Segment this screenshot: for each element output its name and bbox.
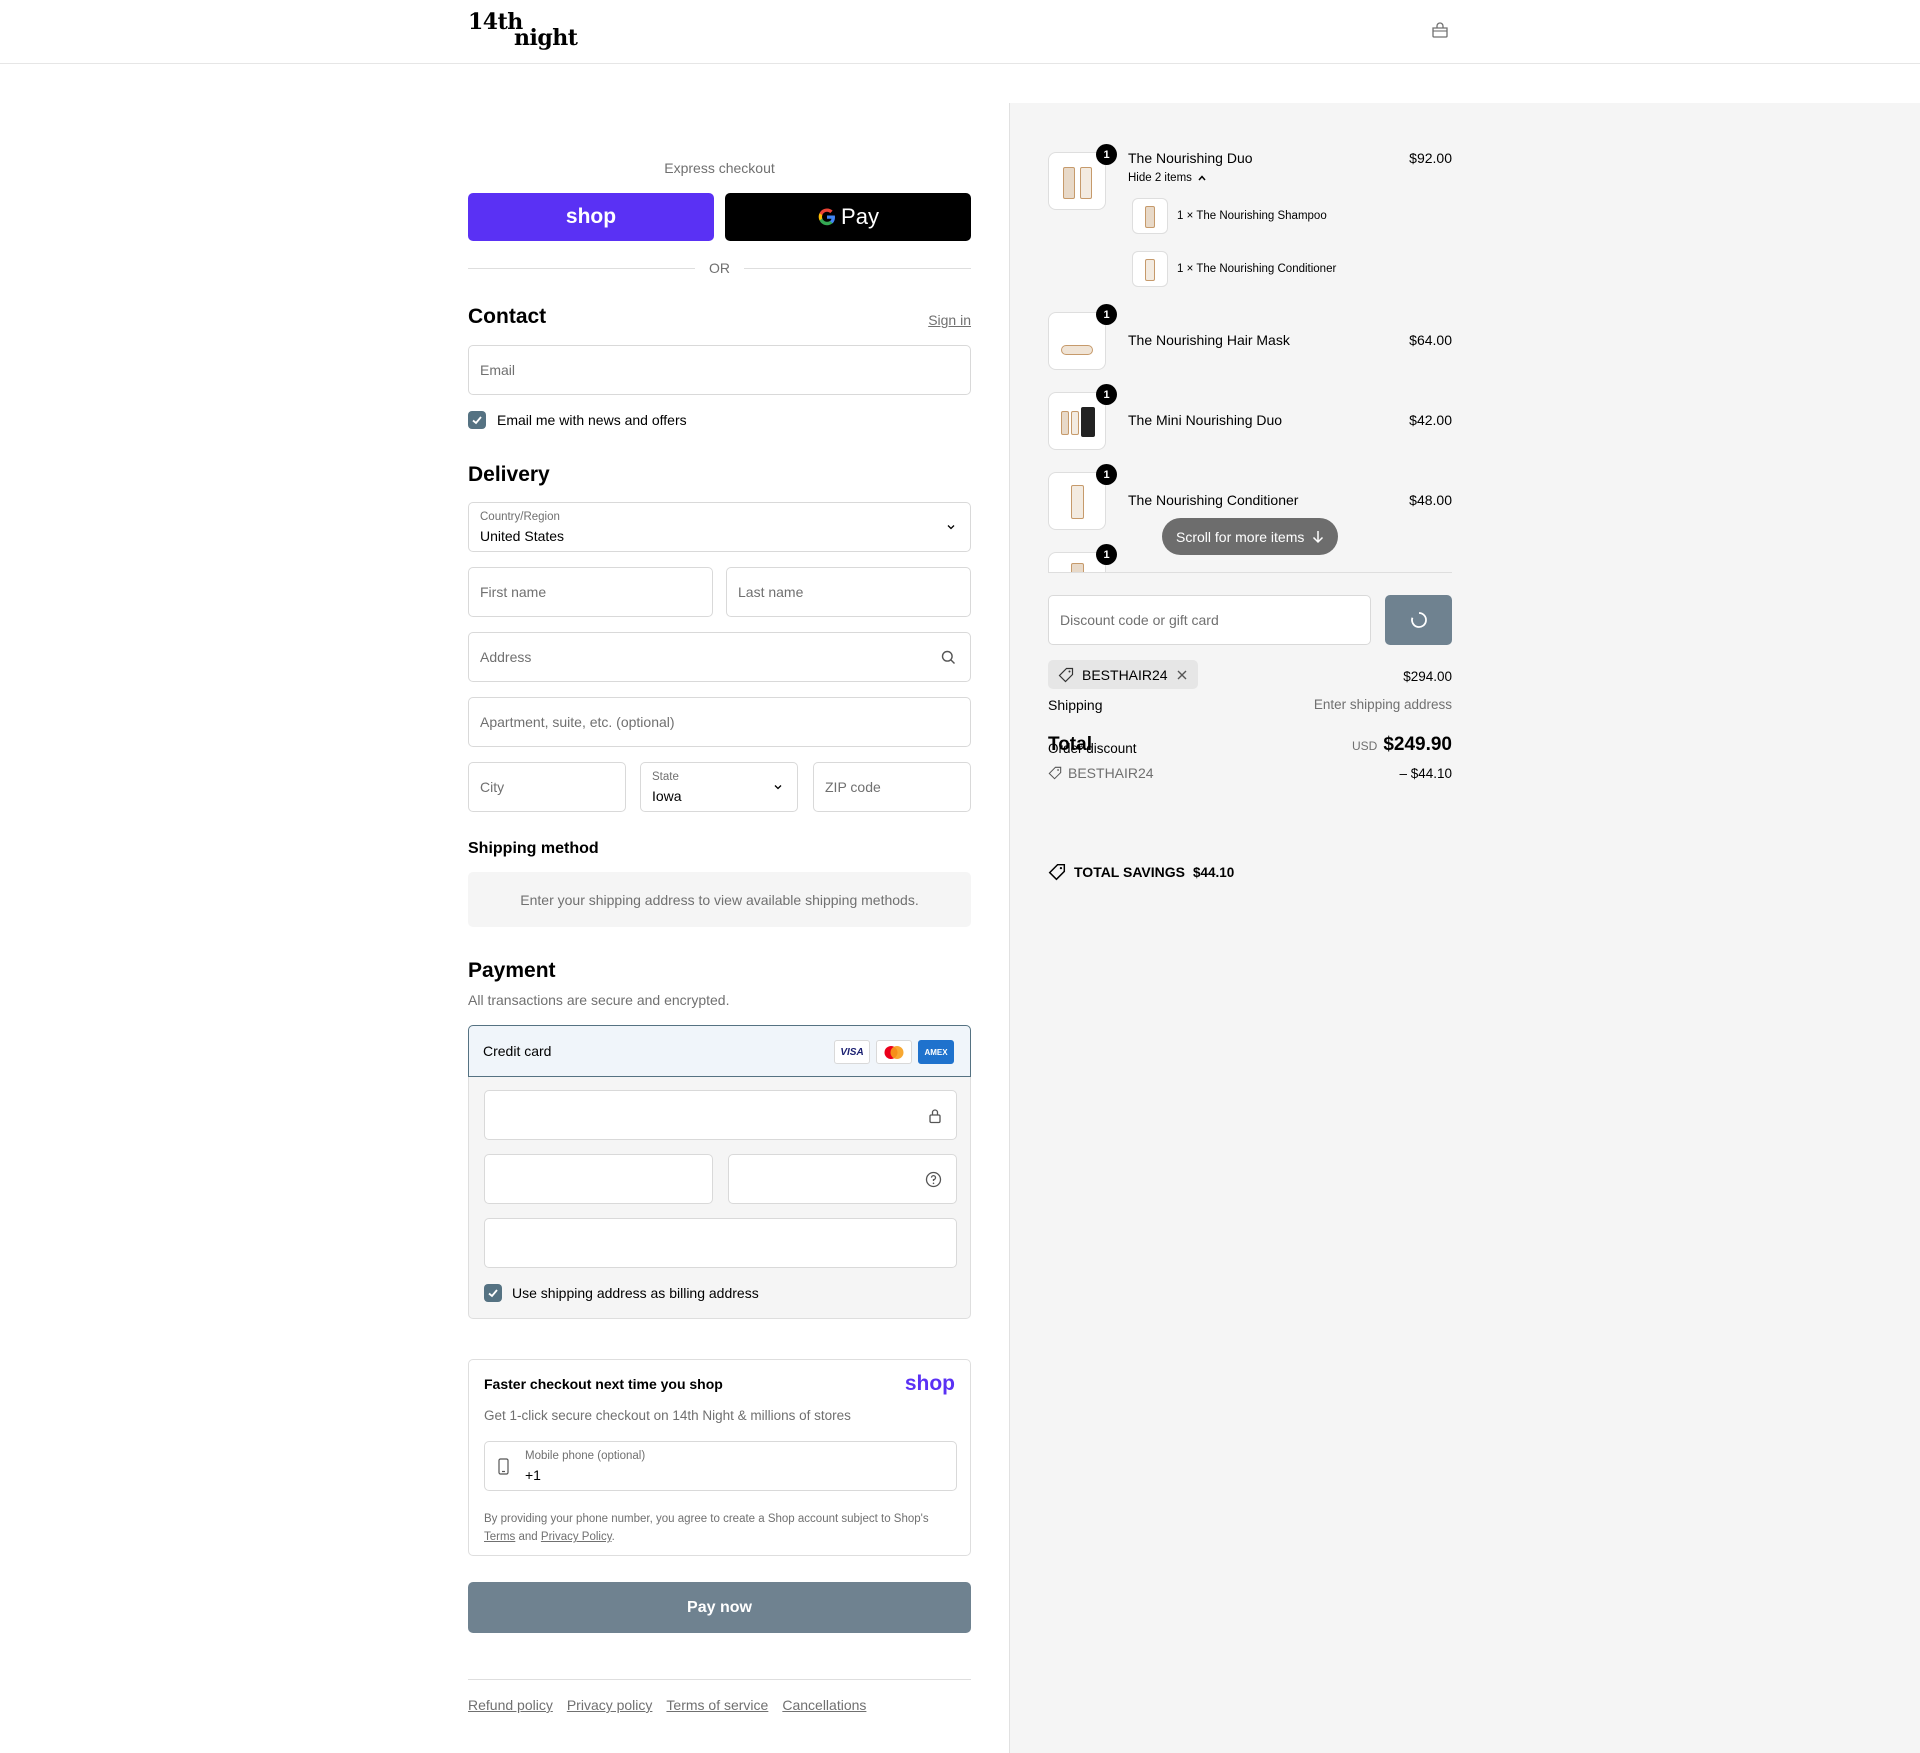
item-name: The Nourishing Duo	[1128, 150, 1253, 166]
chevron-down-icon	[774, 785, 782, 790]
footer-links: Refund policy Privacy policy Terms of se…	[468, 1697, 866, 1713]
pay-now-button[interactable]: Pay now	[468, 1582, 971, 1633]
mobile-phone-icon	[498, 1458, 509, 1475]
billing-address-checkbox[interactable]	[484, 1284, 502, 1302]
order-summary-panel	[1009, 103, 1920, 1753]
item-name: The Nourishing Conditioner	[1128, 492, 1299, 508]
subtotal-value: $294.00	[1403, 669, 1452, 684]
tag-icon	[1048, 766, 1062, 780]
quantity-badge: 1	[1096, 304, 1117, 325]
shipping-value: Enter shipping address	[1313, 697, 1452, 712]
tag-icon	[1058, 667, 1074, 682]
or-divider: OR	[468, 258, 971, 278]
payment-subtitle: All transactions are secure and encrypte…	[468, 992, 730, 1008]
refund-policy-link[interactable]: Refund policy	[468, 1697, 553, 1713]
scroll-more-items-button[interactable]: Scroll for more items	[1162, 518, 1339, 555]
mobile-phone-field[interactable]: Mobile phone (optional) +1	[484, 1441, 957, 1491]
lock-icon	[929, 1109, 941, 1124]
google-g-icon	[818, 208, 836, 226]
shop-signup-title: Faster checkout next time you shop	[484, 1376, 723, 1392]
cancellations-link[interactable]: Cancellations	[782, 1697, 866, 1713]
shop-pay-signup: Faster checkout next time you shop shop …	[468, 1359, 971, 1556]
apartment-field[interactable]: Apartment, suite, etc. (optional)	[468, 697, 971, 747]
sub-item: 1 × The Nourishing Shampoo	[1177, 210, 1327, 222]
applied-discount-tag: BESTHAIR24	[1048, 660, 1198, 689]
mastercard-icon	[876, 1040, 912, 1064]
credit-card-form: Use shipping address as billing address	[468, 1077, 971, 1319]
quantity-badge: 1	[1096, 544, 1117, 565]
terms-link[interactable]: Terms	[484, 1531, 515, 1543]
footer-divider	[468, 1679, 971, 1680]
item-price: $92.00	[1409, 150, 1452, 166]
cart-bag-icon[interactable]	[1431, 22, 1449, 38]
order-discount-label: Order discount	[1048, 741, 1137, 756]
city-field[interactable]: City	[468, 762, 626, 812]
privacy-policy-footer-link[interactable]: Privacy policy	[567, 1697, 653, 1713]
sign-in-link[interactable]: Sign in	[928, 312, 971, 328]
hide-items-toggle[interactable]: Hide 2 items	[1128, 172, 1207, 184]
chevron-down-icon	[947, 525, 955, 530]
delivery-title: Delivery	[468, 463, 550, 486]
check-icon	[488, 1289, 498, 1298]
item-price: $64.00	[1409, 332, 1452, 348]
shop-pay-button[interactable]: shop	[468, 193, 714, 241]
chevron-up-icon	[1198, 175, 1206, 181]
billing-address-label: Use shipping address as billing address	[512, 1285, 759, 1301]
quantity-badge: 1	[1096, 464, 1117, 485]
tag-icon	[1048, 863, 1066, 881]
discount-value: – $44.10	[1399, 766, 1452, 781]
sub-item-thumbnail	[1132, 198, 1168, 234]
total-savings: TOTAL SAVINGS $44.10	[1048, 863, 1234, 881]
country-select[interactable]: Country/Region United States	[468, 502, 971, 552]
store-logo[interactable]: 14th night	[468, 11, 578, 49]
quantity-badge: 1	[1096, 144, 1117, 165]
terms-of-service-link[interactable]: Terms of service	[666, 1697, 768, 1713]
items-divider	[1048, 572, 1452, 573]
item-name: The Nourishing Hair Mask	[1128, 332, 1290, 348]
privacy-policy-link[interactable]: Privacy Policy	[541, 1531, 612, 1543]
sub-item-thumbnail	[1132, 251, 1168, 287]
address-field[interactable]: Address	[468, 632, 971, 682]
search-icon	[941, 650, 955, 664]
shop-legal-text: By providing your phone number, you agre…	[484, 1513, 929, 1543]
remove-discount-icon[interactable]	[1176, 669, 1188, 681]
discount-code-field[interactable]: Discount code or gift card	[1048, 595, 1371, 645]
zip-field[interactable]: ZIP code	[813, 762, 971, 812]
item-price: $42.00	[1409, 412, 1452, 428]
news-checkbox-label: Email me with news and offers	[497, 412, 687, 428]
quantity-badge: 1	[1096, 384, 1117, 405]
shipping-method-message: Enter your shipping address to view avai…	[468, 872, 971, 927]
card-number-field[interactable]	[484, 1090, 957, 1140]
total-amount: USD $249.90	[1351, 734, 1452, 755]
name-on-card-field[interactable]	[484, 1218, 957, 1268]
expiration-date-field[interactable]	[484, 1154, 713, 1204]
state-select[interactable]: State Iowa	[640, 762, 798, 812]
item-price: $48.00	[1409, 492, 1452, 508]
last-name-field[interactable]: Last name	[726, 567, 971, 617]
security-code-field[interactable]	[728, 1154, 957, 1204]
discount-line: BESTHAIR24	[1048, 765, 1154, 781]
apply-discount-button[interactable]	[1385, 595, 1452, 645]
visa-icon: VISA	[834, 1040, 870, 1064]
sub-item: 1 × The Nourishing Conditioner	[1177, 263, 1337, 275]
loading-spinner-icon	[1410, 612, 1427, 628]
email-field[interactable]: Email	[468, 345, 971, 395]
check-icon	[472, 416, 482, 425]
first-name-field[interactable]: First name	[468, 567, 713, 617]
credit-card-option[interactable]: Credit card VISA AMEX	[468, 1025, 971, 1077]
shipping-label: Shipping	[1048, 697, 1103, 713]
arrow-down-icon	[1313, 530, 1324, 543]
site-header: 14th night	[0, 0, 1920, 64]
google-pay-button[interactable]: Pay	[725, 193, 971, 241]
item-name: The Mini Nourishing Duo	[1128, 412, 1283, 428]
amex-icon: AMEX	[918, 1040, 954, 1064]
payment-title: Payment	[468, 959, 556, 982]
shop-signup-subtitle: Get 1-click secure checkout on 14th Nigh…	[484, 1408, 851, 1423]
help-icon[interactable]	[925, 1171, 942, 1188]
shipping-method-title: Shipping method	[468, 840, 599, 857]
shop-brand-logo: shop	[904, 1372, 955, 1395]
contact-title: Contact	[468, 305, 547, 328]
news-checkbox[interactable]	[468, 411, 486, 429]
express-checkout-label: Express checkout	[664, 160, 775, 176]
